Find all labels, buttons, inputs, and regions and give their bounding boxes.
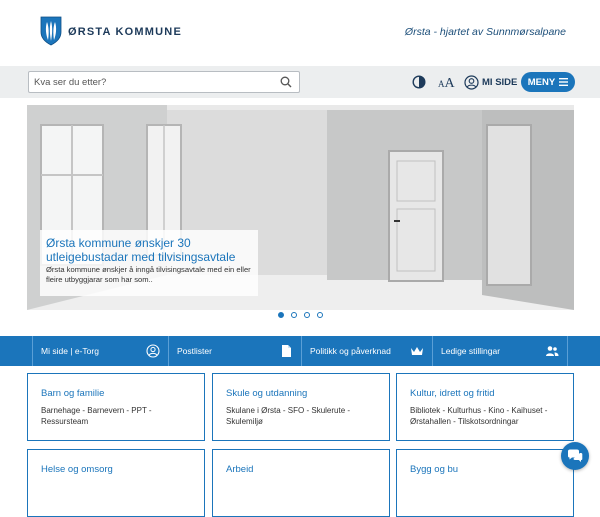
card-title[interactable]: Kultur, idrett og fritid <box>410 388 560 399</box>
card-title[interactable]: Barn og familie <box>41 388 191 399</box>
category-card-kultur[interactable]: Kultur, idrett og fritid Bibliotek - Kul… <box>396 373 574 441</box>
menu-button[interactable]: MENY <box>521 72 575 92</box>
quicklink-postlister[interactable]: Postlister <box>168 336 301 366</box>
carousel-dot[interactable] <box>278 312 284 318</box>
hamburger-icon <box>559 78 569 86</box>
category-card-bygg[interactable]: Bygg og bu <box>396 449 574 517</box>
quicklink-label: Postlister <box>177 346 212 356</box>
search-input[interactable] <box>29 72 277 92</box>
quick-links-bar: Mi side | e-Torg Postlister Politikk og … <box>0 336 600 366</box>
hero-caption[interactable]: Ørsta kommune ønskjer 30 utleigebustadar… <box>40 230 258 296</box>
quicklink-my-page[interactable]: Mi side | e-Torg <box>32 336 168 366</box>
category-card-skule[interactable]: Skule og utdanning Skulane i Ørsta - SFO… <box>212 373 390 441</box>
card-title[interactable]: Arbeid <box>226 464 376 475</box>
quicklink-label: Mi side | e-Torg <box>41 346 99 356</box>
card-text: Barnehage - Barnevern - PPT - Ressurstea… <box>41 406 152 426</box>
category-card-helse[interactable]: Helse og omsorg <box>27 449 205 517</box>
menu-label: MENY <box>527 76 556 88</box>
search-icon[interactable] <box>280 76 292 88</box>
crown-icon <box>411 347 423 355</box>
hero-title[interactable]: Ørsta kommune ønskjer 30 utleigebustadar… <box>46 236 252 264</box>
carousel-dot[interactable] <box>317 312 323 318</box>
category-card-arbeid[interactable]: Arbeid <box>212 449 390 517</box>
site-header: ØRSTA KOMMUNE Ørsta - hjartet av Sunnmør… <box>0 0 600 66</box>
chat-button[interactable] <box>561 442 589 470</box>
quicklink-jobs[interactable]: Ledige stillingar <box>432 336 568 366</box>
carousel-dot[interactable] <box>304 312 310 318</box>
card-title[interactable]: Helse og omsorg <box>41 464 191 475</box>
card-title[interactable]: Bygg og bu <box>410 464 560 475</box>
document-icon <box>282 345 291 357</box>
my-page-link[interactable]: MI SIDE <box>464 73 517 91</box>
toolbar: AA MI SIDE MENY <box>0 66 600 98</box>
my-page-label: MI SIDE <box>482 76 518 88</box>
user-circle-icon <box>146 344 160 358</box>
quicklink-politikk[interactable]: Politikk og påverknad <box>301 336 432 366</box>
hero-text: Ørsta kommune ønskjer å inngå tilvisings… <box>46 265 251 284</box>
users-icon <box>546 346 559 356</box>
chat-icon <box>568 449 583 462</box>
quicklink-label: Politikk og påverknad <box>310 346 391 356</box>
card-text: Skulane i Ørsta - SFO - Skulerute - Skul… <box>226 406 351 426</box>
category-card-barn[interactable]: Barn og familie Barnehage - Barnevern - … <box>27 373 205 441</box>
site-logo-text[interactable]: ØRSTA KOMMUNE <box>68 26 182 38</box>
card-text: Bibliotek - Kulturhus - Kino - Kaihuset … <box>410 406 548 426</box>
user-circle-icon <box>464 74 479 90</box>
carousel-dots <box>278 312 323 318</box>
site-tagline: Ørsta - hjartet av Sunnmørsalpane <box>404 26 566 38</box>
quicklink-label: Ledige stillingar <box>441 346 501 356</box>
carousel-dot[interactable] <box>291 312 297 318</box>
coat-of-arms-logo[interactable] <box>40 16 62 46</box>
font-size-big: A <box>444 76 455 91</box>
contrast-icon[interactable] <box>412 75 426 89</box>
search-box <box>28 71 300 93</box>
font-size-toggle[interactable]: AA <box>438 74 455 92</box>
card-title[interactable]: Skule og utdanning <box>226 388 376 399</box>
